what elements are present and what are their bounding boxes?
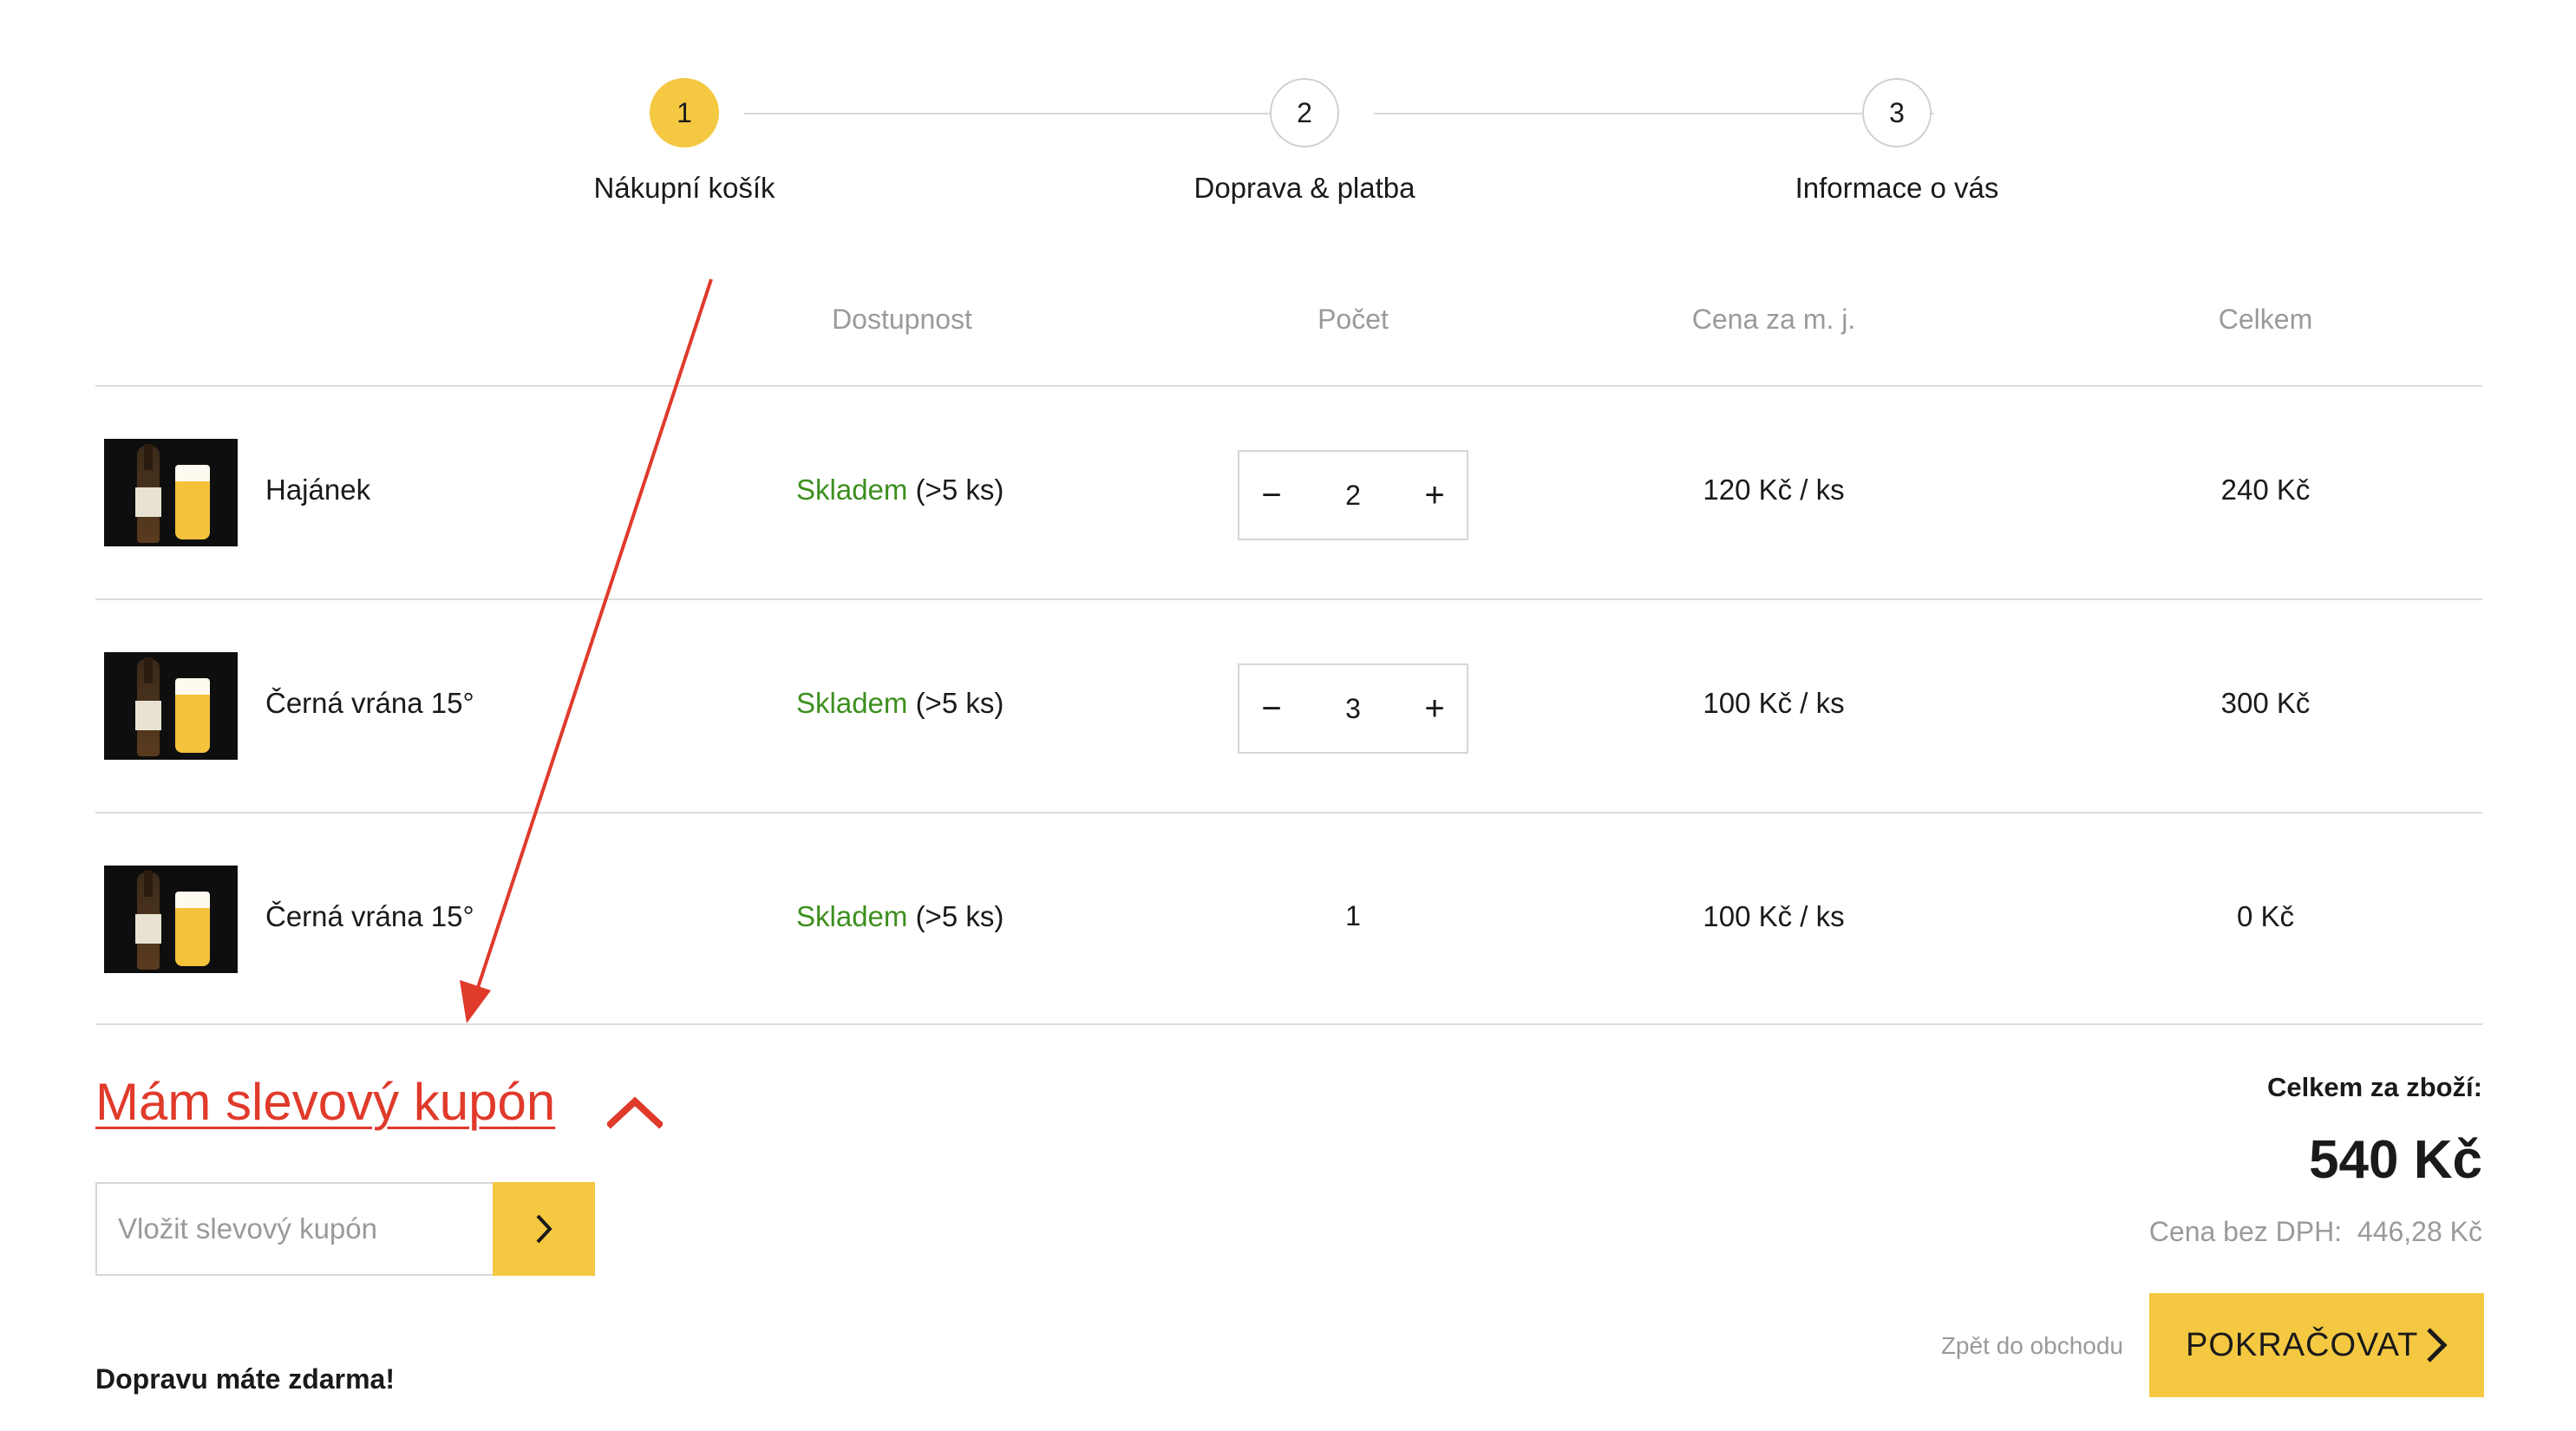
table-row: Hajánek Skladem (>5 ks) − 2 + 120 Kč / k… bbox=[95, 387, 2482, 598]
price-without-vat-value: 446,28 Kč bbox=[2357, 1216, 2482, 1247]
price-without-vat-label: Cena bez DPH: bbox=[2148, 1216, 2343, 1247]
quantity-value[interactable]: 3 bbox=[1300, 665, 1406, 752]
chevron-right-icon bbox=[536, 1214, 552, 1244]
increase-quantity-button[interactable]: + bbox=[1404, 665, 1465, 752]
unit-price: 100 Kč / ks bbox=[1703, 687, 1845, 719]
header-availability: Dostupnost bbox=[832, 304, 972, 335]
step-2-label: Doprava & platba bbox=[1193, 172, 1415, 204]
header-total: Celkem bbox=[2218, 304, 2313, 335]
unit-price: 120 Kč / ks bbox=[1703, 474, 1845, 506]
price-without-vat: Cena bez DPH: 446,28 Kč bbox=[2149, 1216, 2482, 1248]
availability: Skladem (>5 ks) bbox=[796, 900, 1004, 933]
quantity-stepper: − 2 + bbox=[1238, 450, 1468, 540]
header-unit-price: Cena za m. j. bbox=[1691, 304, 1856, 335]
continue-button-label: POKRAČOVAT bbox=[2186, 1326, 2419, 1363]
summary-label: Celkem za zboží: bbox=[2266, 1072, 2482, 1102]
continue-button[interactable]: POKRAČOVAT bbox=[2149, 1293, 2484, 1397]
quantity-stepper: − 3 + bbox=[1238, 663, 1468, 754]
product-name[interactable]: Hajánek bbox=[265, 474, 370, 506]
table-divider bbox=[95, 1023, 2482, 1025]
cart-page: 1 Nákupní košík 2 Doprava & platba 3 Inf… bbox=[0, 0, 2576, 1431]
coupon-input[interactable] bbox=[95, 1182, 494, 1276]
coupon-toggle-link[interactable]: Mám slevový kupón bbox=[95, 1072, 555, 1132]
free-shipping-note: Dopravu máte zdarma! bbox=[95, 1363, 395, 1395]
stepper-connector bbox=[744, 113, 1304, 114]
availability-status: Skladem bbox=[796, 900, 908, 932]
step-2-indicator[interactable]: 2 bbox=[1270, 78, 1339, 147]
chevron-up-icon[interactable] bbox=[607, 1094, 663, 1129]
table-row: Černá vrána 15° Skladem (>5 ks) − 3 + 10… bbox=[95, 600, 2482, 812]
decrease-quantity-button[interactable]: − bbox=[1241, 665, 1302, 752]
quantity-value[interactable]: 2 bbox=[1300, 452, 1406, 539]
availability: Skladem (>5 ks) bbox=[796, 474, 1004, 506]
step-3-number: 3 bbox=[1889, 96, 1905, 128]
summary-total: 540 Kč bbox=[2309, 1130, 2482, 1190]
availability-detail: (>5 ks) bbox=[915, 474, 1004, 506]
step-1-indicator[interactable]: 1 bbox=[650, 78, 719, 147]
availability-status: Skladem bbox=[796, 687, 908, 719]
beer-glass-icon bbox=[175, 465, 210, 539]
table-row: Černá vrána 15° Skladem (>5 ks) 1 100 Kč… bbox=[95, 814, 2482, 1025]
product-image[interactable] bbox=[104, 439, 238, 546]
availability-detail: (>5 ks) bbox=[915, 687, 1004, 719]
step-3-label: Informace o vás bbox=[1795, 172, 1999, 204]
chevron-right-icon bbox=[2427, 1328, 2448, 1362]
availability: Skladem (>5 ks) bbox=[796, 687, 1004, 720]
checkout-stepper: 1 Nákupní košík 2 Doprava & platba 3 Inf… bbox=[0, 0, 2576, 225]
decrease-quantity-button[interactable]: − bbox=[1241, 452, 1302, 539]
step-1-label: Nákupní košík bbox=[593, 172, 775, 204]
product-name[interactable]: Černá vrána 15° bbox=[265, 687, 474, 720]
header-quantity: Počet bbox=[1317, 304, 1389, 335]
quantity-value: 1 bbox=[1345, 900, 1361, 931]
stepper-connector bbox=[1374, 113, 1934, 114]
bottle-label bbox=[135, 701, 161, 730]
step-2-number: 2 bbox=[1297, 96, 1312, 128]
unit-price: 100 Kč / ks bbox=[1703, 900, 1845, 932]
product-image[interactable] bbox=[104, 866, 238, 973]
beer-glass-icon bbox=[175, 892, 210, 966]
product-name[interactable]: Černá vrána 15° bbox=[265, 900, 474, 933]
bottle-label bbox=[135, 914, 161, 944]
availability-detail: (>5 ks) bbox=[915, 900, 1004, 932]
row-total: 300 Kč bbox=[2220, 687, 2311, 719]
row-total: 0 Kč bbox=[2236, 900, 2295, 932]
step-1-number: 1 bbox=[677, 96, 692, 128]
increase-quantity-button[interactable]: + bbox=[1404, 452, 1465, 539]
step-3-indicator[interactable]: 3 bbox=[1862, 78, 1932, 147]
beer-glass-icon bbox=[175, 678, 210, 753]
back-to-shop-link[interactable]: Zpět do obchodu bbox=[1941, 1332, 2123, 1360]
product-image[interactable] bbox=[104, 652, 238, 760]
apply-coupon-button[interactable] bbox=[493, 1182, 595, 1276]
bottle-label bbox=[135, 487, 161, 517]
availability-status: Skladem bbox=[796, 474, 908, 506]
row-total: 240 Kč bbox=[2220, 474, 2311, 506]
